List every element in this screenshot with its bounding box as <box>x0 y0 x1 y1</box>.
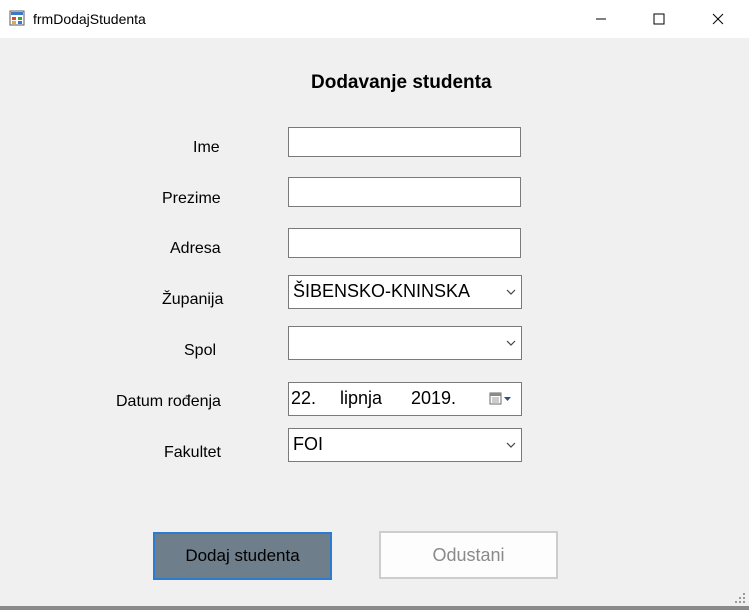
ime-input[interactable] <box>288 127 521 157</box>
date-year[interactable]: 2019. <box>411 388 456 409</box>
page-title: Dodavanje studenta <box>311 72 492 93</box>
calendar-dropdown-icon[interactable] <box>489 391 515 407</box>
window-title: frmDodajStudenta <box>33 11 146 27</box>
add-student-button[interactable]: Dodaj studenta <box>153 532 332 580</box>
maximize-icon <box>653 13 665 25</box>
datum-rodenja-datepicker[interactable]: 22. lipnja 2019. <box>288 382 522 416</box>
zupanija-combobox[interactable]: ŠIBENSKO-KNINSKA <box>288 275 522 309</box>
fakultet-selected-value: FOI <box>293 434 323 454</box>
chevron-down-icon <box>506 340 516 346</box>
zupanija-selected-value: ŠIBENSKO-KNINSKA <box>293 281 471 301</box>
prezime-input[interactable] <box>288 177 521 207</box>
date-day[interactable]: 22. <box>291 388 316 409</box>
form-client-area <box>0 38 749 608</box>
date-month[interactable]: lipnja <box>340 388 382 409</box>
label-fakultet: Fakultet <box>164 444 221 461</box>
chevron-down-icon <box>506 442 516 448</box>
close-button[interactable] <box>690 0 746 38</box>
minimize-icon <box>596 18 606 20</box>
label-spol: Spol <box>184 342 217 359</box>
label-adresa: Adresa <box>170 240 221 257</box>
app-form-icon <box>9 10 25 26</box>
label-ime: Ime <box>193 139 220 156</box>
title-bar[interactable]: frmDodajStudenta <box>0 0 749 38</box>
minimize-button[interactable] <box>573 0 629 38</box>
label-datum-rodenja: Datum rođenja <box>116 393 221 410</box>
chevron-down-icon <box>506 289 516 295</box>
fakultet-combobox[interactable]: FOI <box>288 428 522 462</box>
maximize-button[interactable] <box>631 0 687 38</box>
spol-combobox[interactable] <box>288 326 522 360</box>
window-bottom-border <box>0 606 749 610</box>
label-zupanija: Županija <box>162 291 224 308</box>
resize-grip-icon[interactable] <box>734 592 746 604</box>
close-icon <box>712 13 724 25</box>
label-prezime: Prezime <box>162 190 221 207</box>
cancel-button[interactable]: Odustani <box>379 531 558 579</box>
adresa-input[interactable] <box>288 228 521 258</box>
